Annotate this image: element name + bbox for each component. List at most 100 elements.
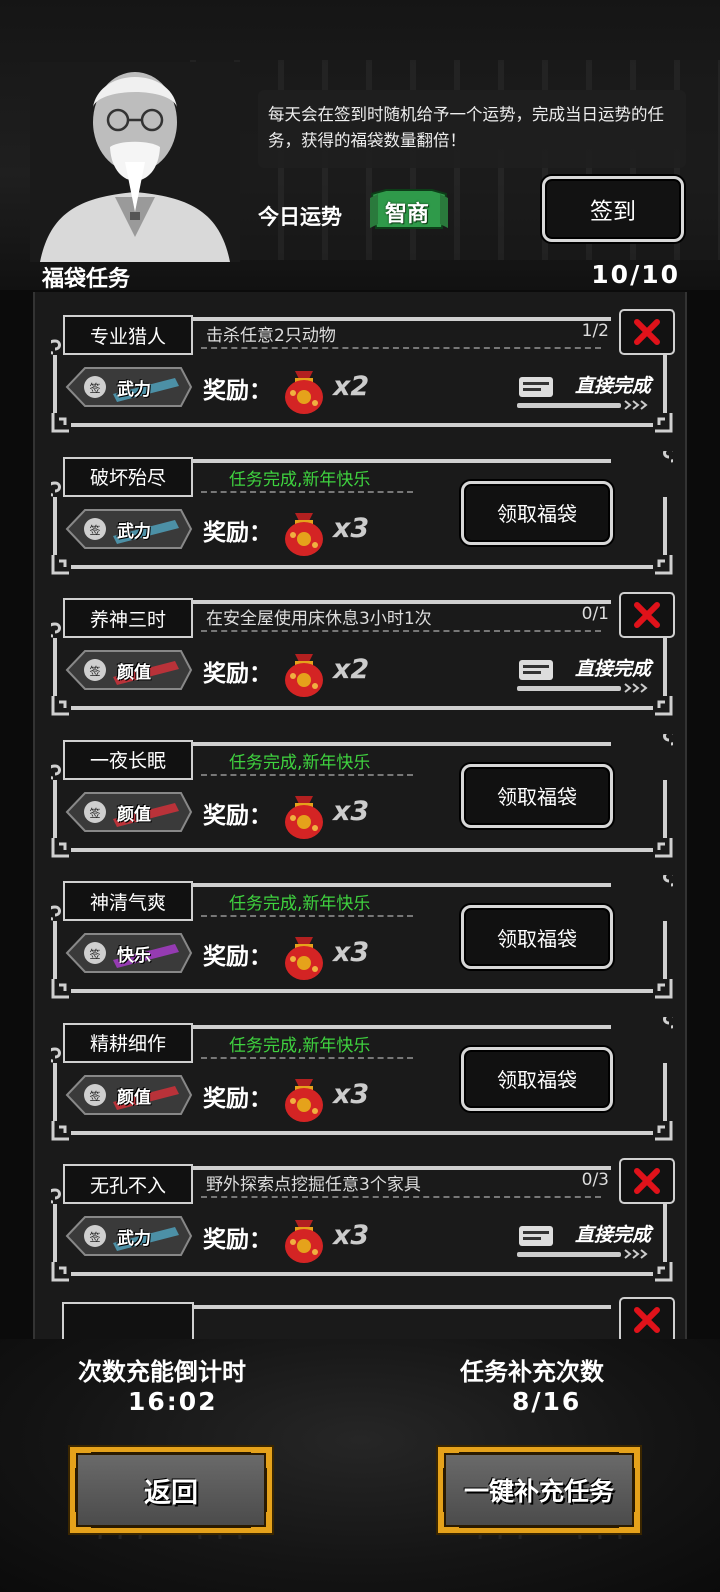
instant-complete-label: 直接完成 [574, 375, 651, 397]
task-card: 养神三时 在安全屋使用床休息3小时1次 0/1 签 颜值 奖励： x2 直接完成 [51, 592, 675, 718]
claim-bag-button[interactable]: 领取福袋 [461, 480, 613, 545]
fortune-value: 智商 [385, 202, 430, 227]
svg-text:签: 签 [90, 381, 101, 395]
gold-corner-ornament [251, 1512, 269, 1530]
svg-text:签: 签 [90, 664, 101, 678]
desc-divider [201, 490, 413, 493]
lucky-bag-icon [285, 371, 323, 414]
fortune-badge: 智商 [368, 188, 450, 232]
svg-text:签: 签 [90, 806, 101, 820]
task-list[interactable]: 专业猎人 击杀任意2只动物 1/2 签 武力 奖励： x2 直接完成 破坏殆尽 … [33, 292, 687, 1339]
close-button[interactable] [619, 309, 675, 355]
task-card: 无孔不入 野外探索点挖掘任意3个家具 0/3 签 武力 奖励： x3 直接完成 [51, 1158, 675, 1284]
task-card: 破坏殆尽 任务完成,新年快乐 签 武力 奖励： x3 领取福袋 [51, 450, 673, 577]
svg-text:签: 签 [90, 1089, 101, 1103]
fortune-hint-text: 每天会在签到时随机给予一个运势，完成当日运势的任务，获得的福袋数量翻倍！ [258, 90, 686, 168]
refill-tasks-button[interactable]: 一键补充任务 [438, 1447, 640, 1533]
reward-multiplier: x2 [333, 371, 370, 402]
signin-button[interactable]: 签到 [542, 176, 684, 242]
close-button[interactable] [619, 592, 675, 638]
reward-multiplier: x3 [333, 1078, 370, 1110]
close-x-icon [634, 1168, 660, 1194]
gold-corner-ornament [73, 1450, 91, 1468]
timer-value: 16:02 [128, 1387, 218, 1416]
lucky-bag-icon [285, 795, 323, 839]
timer-label: 次数充能倒计时 [78, 1358, 246, 1386]
task-description: 击杀任意2只动物 [206, 326, 336, 346]
attribute-tag-label: 快乐 [117, 946, 151, 966]
section-count: 10/10 [591, 260, 680, 289]
instant-complete-label: 直接完成 [574, 658, 651, 680]
close-button[interactable] [619, 1297, 675, 1339]
task-card: 专业猎人 击杀任意2只动物 1/2 签 武力 奖励： x2 直接完成 [51, 309, 675, 435]
svg-text:签: 签 [90, 523, 101, 537]
task-done-text: 任务完成,新年快乐 [229, 1035, 371, 1056]
gold-corner-ornament [441, 1512, 459, 1530]
refill-count-value: 8/16 [512, 1387, 582, 1416]
section-title: 福袋任务 [42, 267, 131, 290]
task-card: 一夜长眠 任务完成,新年快乐 签 颜值 奖励： x3 领取福袋 [51, 733, 673, 860]
refill-count-label: 任务补充次数 [460, 1358, 604, 1386]
desc-divider [201, 773, 413, 776]
reward-label: 奖励： [203, 802, 272, 829]
close-button[interactable] [619, 1158, 675, 1204]
claim-bag-button[interactable]: 领取福袋 [461, 763, 613, 828]
task-name: 专业猎人 [63, 315, 193, 355]
task-name: 神清气爽 [63, 881, 193, 921]
fortune-header: 每天会在签到时随机给予一个运势，完成当日运势的任务，获得的福袋数量翻倍！ 今日运… [0, 0, 720, 290]
refill-tasks-button-label: 一键补充任务 [463, 1477, 614, 1506]
reward-multiplier: x3 [333, 937, 370, 968]
lucky-bag-icon [285, 1078, 323, 1122]
task-name: 无孔不入 [63, 1164, 193, 1204]
attribute-tag-label: 武力 [117, 521, 151, 542]
reward-multiplier: x3 [333, 1220, 370, 1251]
svg-text:签: 签 [90, 947, 101, 961]
reward-multiplier: x2 [333, 654, 370, 685]
lucky-bag-icon [285, 937, 323, 980]
claim-bag-button[interactable]: 领取福袋 [461, 1046, 613, 1111]
task-name: 一夜长眠 [63, 739, 193, 780]
task-description: 在安全屋使用床休息3小时1次 [206, 609, 432, 629]
svg-text:签: 签 [90, 1230, 101, 1244]
desc-divider [201, 915, 413, 917]
reward-label: 奖励： [203, 378, 272, 404]
gold-corner-ornament [73, 1512, 91, 1530]
task-done-text: 任务完成,新年快乐 [229, 469, 371, 490]
task-name: 精耕细作 [63, 1022, 193, 1063]
task-name: 破坏殆尽 [63, 456, 193, 497]
task-progress: 1/2 [581, 321, 609, 341]
gold-corner-ornament [441, 1450, 459, 1468]
close-x-icon [634, 319, 660, 345]
reward-label: 奖励： [203, 661, 272, 687]
reward-label: 奖励： [203, 519, 272, 546]
desc-divider [201, 1196, 601, 1198]
task-description: 野外探索点挖掘任意3个家具 [206, 1175, 421, 1195]
lucky-bag-icon [285, 654, 323, 697]
task-card-partial [51, 1297, 675, 1339]
attribute-tag-label: 武力 [117, 1229, 151, 1249]
close-x-icon [634, 602, 660, 628]
attribute-tag-label: 颜值 [117, 663, 151, 683]
desc-divider [201, 630, 601, 632]
desc-divider [201, 347, 601, 349]
back-button-label: 返回 [144, 1477, 198, 1509]
task-done-text: 任务完成,新年快乐 [229, 752, 371, 773]
gold-corner-ornament [619, 1512, 637, 1530]
back-button[interactable]: 返回 [70, 1447, 272, 1533]
desc-divider [201, 1056, 413, 1059]
instant-complete-label: 直接完成 [574, 1224, 651, 1246]
lucky-bag-icon [285, 512, 323, 556]
task-card: 神清气爽 任务完成,新年快乐 签 快乐 奖励： x3 领取福袋 [51, 875, 673, 1001]
gold-corner-ornament [251, 1450, 269, 1468]
claim-bag-button[interactable]: 领取福袋 [461, 905, 613, 969]
reward-label: 奖励： [203, 944, 272, 970]
attribute-tag-label: 颜值 [117, 1087, 151, 1108]
card-frame [62, 1302, 611, 1339]
reward-label: 奖励： [203, 1227, 272, 1253]
task-done-text: 任务完成,新年快乐 [229, 894, 371, 914]
old-man-portrait [30, 62, 240, 262]
task-progress: 0/3 [581, 1170, 609, 1190]
gold-corner-ornament [619, 1450, 637, 1468]
attribute-tag-label: 武力 [117, 380, 151, 400]
attribute-tag-label: 颜值 [117, 804, 151, 825]
